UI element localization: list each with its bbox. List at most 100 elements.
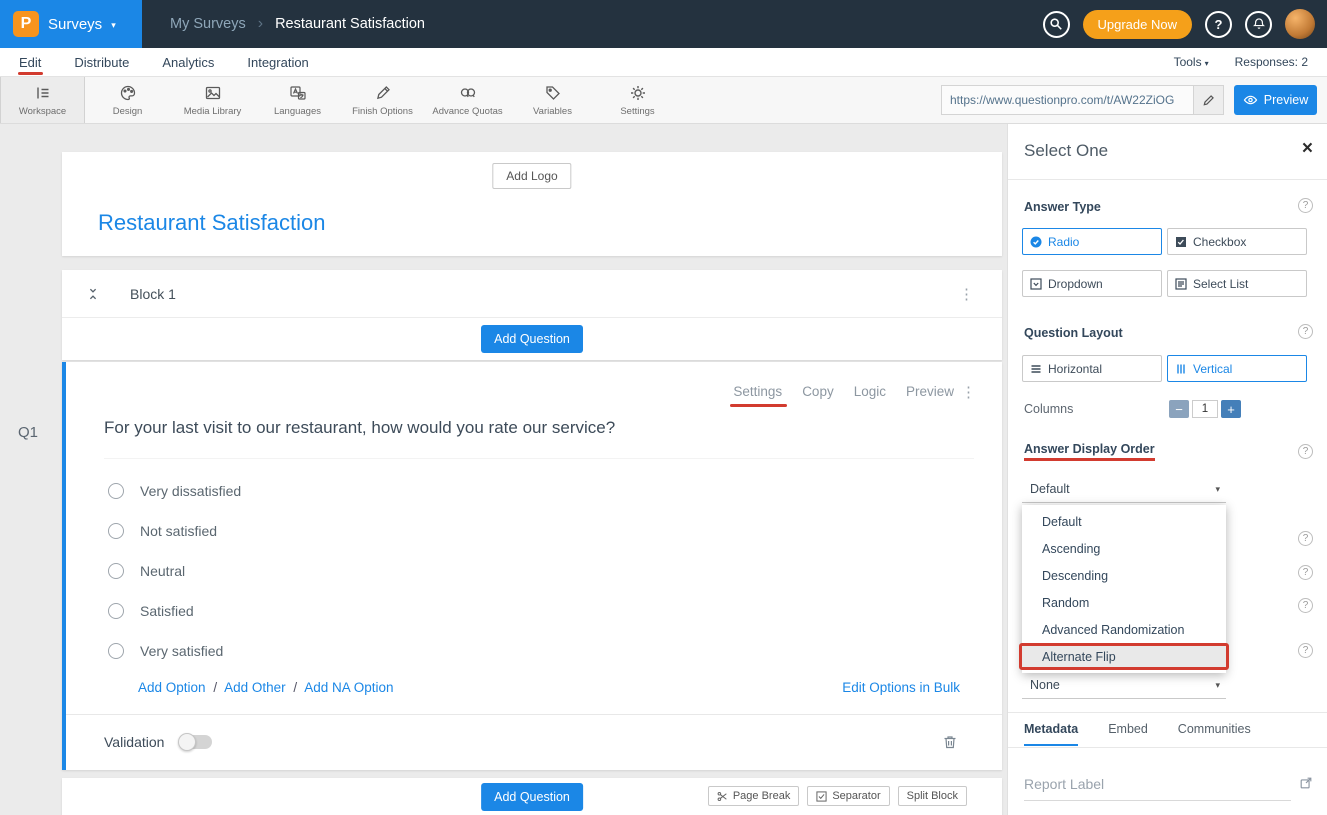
edit-url-button[interactable] (1194, 85, 1224, 115)
separator-button[interactable]: Separator (807, 786, 889, 806)
layout-vertical[interactable]: Vertical (1167, 355, 1307, 382)
question-mark-icon: ? (1215, 17, 1223, 32)
delete-question-button[interactable] (942, 734, 958, 750)
survey-url-group (941, 85, 1224, 115)
block-kebab-menu[interactable]: ⋮ (959, 285, 974, 303)
preview-button[interactable]: Preview (1234, 85, 1317, 115)
responses-count[interactable]: Responses: 2 (1235, 55, 1308, 69)
survey-url-input[interactable] (941, 85, 1194, 115)
toolbar-item-languages[interactable]: Languages (255, 77, 340, 123)
add-question-button[interactable]: Add Question (481, 783, 583, 811)
add-na-option-link[interactable]: Add NA Option (304, 680, 393, 695)
product-switcher[interactable]: P Surveys ▾ (0, 0, 142, 48)
radio-selected-icon (1030, 236, 1042, 248)
external-link-button[interactable] (1299, 776, 1313, 790)
report-label-input[interactable] (1024, 772, 1291, 801)
chevron-down-icon: ▾ (1205, 59, 1209, 68)
help-icon[interactable]: ? (1298, 598, 1313, 613)
add-logo-button[interactable]: Add Logo (492, 163, 571, 189)
answer-type-select-list[interactable]: Select List (1167, 270, 1307, 297)
toolbar-item-media-library[interactable]: Media Library (170, 77, 255, 123)
tab-communities[interactable]: Communities (1178, 722, 1251, 746)
menu-item-ascending[interactable]: Ascending (1022, 535, 1226, 562)
tab-integration[interactable]: Integration (247, 48, 308, 76)
collapse-block-button[interactable] (86, 287, 100, 301)
menu-item-descending[interactable]: Descending (1022, 562, 1226, 589)
menu-item-alternate-flip[interactable]: Alternate Flip (1019, 643, 1229, 670)
radio-icon[interactable] (108, 643, 124, 659)
split-block-button[interactable]: Split Block (898, 786, 967, 806)
add-other-link[interactable]: Add Other (224, 680, 286, 695)
dropdown-icon (1030, 278, 1042, 290)
help-icon[interactable]: ? (1298, 643, 1313, 658)
answer-option-label[interactable]: Very dissatisfied (140, 483, 241, 499)
help-button[interactable]: ? (1205, 11, 1232, 38)
toolbar-item-settings[interactable]: Settings (595, 77, 680, 123)
edit-options-in-bulk-link[interactable]: Edit Options in Bulk (842, 680, 960, 695)
tab-metadata[interactable]: Metadata (1024, 722, 1078, 746)
user-avatar[interactable] (1285, 9, 1315, 39)
help-icon[interactable]: ? (1298, 198, 1313, 213)
answer-option-label[interactable]: Not satisfied (140, 523, 217, 539)
radio-icon[interactable] (108, 603, 124, 619)
tab-embed[interactable]: Embed (1108, 722, 1148, 746)
top-bar: P Surveys ▾ My Surveys › Restaurant Sati… (0, 0, 1327, 48)
breadcrumb-my-surveys[interactable]: My Surveys (170, 16, 246, 32)
answer-option-label[interactable]: Neutral (140, 563, 185, 579)
tab-integration-label: Integration (247, 55, 308, 70)
search-icon (1049, 17, 1063, 31)
toolbar-item-variables[interactable]: Variables (510, 77, 595, 123)
survey-title[interactable]: Restaurant Satisfaction (98, 210, 325, 236)
plus-button[interactable]: + (1221, 400, 1241, 418)
answer-type-option-label: Select List (1193, 277, 1248, 291)
help-icon[interactable]: ? (1298, 565, 1313, 580)
upgrade-now-button[interactable]: Upgrade Now (1083, 10, 1193, 39)
toolbar-item-design[interactable]: Design (85, 77, 170, 123)
question-kebab-menu[interactable]: ⋮ (961, 383, 976, 401)
answer-type-dropdown[interactable]: Dropdown (1022, 270, 1162, 297)
menu-item-random[interactable]: Random (1022, 589, 1226, 616)
answer-type-radio[interactable]: Radio (1022, 228, 1162, 255)
help-icon[interactable]: ? (1298, 531, 1313, 546)
toolbar-item-advance-quotas[interactable]: Advance Quotas (425, 77, 510, 123)
question-tab-preview[interactable]: Preview (906, 384, 954, 399)
chevron-down-icon: ▾ (1215, 680, 1220, 691)
question-tab-copy[interactable]: Copy (802, 384, 834, 399)
tab-distribute[interactable]: Distribute (74, 48, 129, 76)
add-question-button[interactable]: Add Question (481, 325, 583, 353)
layout-horizontal[interactable]: Horizontal (1022, 355, 1162, 382)
search-button[interactable] (1043, 11, 1070, 38)
radio-icon[interactable] (108, 483, 124, 499)
toolbar-item-finish-options[interactable]: Finish Options (340, 77, 425, 123)
question-text[interactable]: For your last visit to our restaurant, h… (104, 418, 615, 438)
menu-item-default[interactable]: Default (1022, 508, 1226, 535)
answer-type-checkbox[interactable]: Checkbox (1167, 228, 1307, 255)
answer-type-label: Answer Type (1024, 200, 1101, 214)
help-icon[interactable]: ? (1298, 324, 1313, 339)
breadcrumb-survey-name: Restaurant Satisfaction (275, 16, 425, 32)
checkbox-icon (1175, 236, 1187, 248)
radio-icon[interactable] (108, 563, 124, 579)
radio-icon[interactable] (108, 523, 124, 539)
tab-analytics[interactable]: Analytics (162, 48, 214, 76)
minus-button[interactable]: − (1169, 400, 1189, 418)
toolbar-item-workspace[interactable]: Workspace (0, 77, 85, 123)
answer-option-row: Very dissatisfied (108, 483, 241, 499)
secondary-select[interactable]: None ▾ (1022, 672, 1226, 699)
answer-display-order-select[interactable]: Default ▾ (1022, 476, 1226, 503)
tab-edit[interactable]: Edit (19, 48, 41, 76)
tools-menu[interactable]: Tools▾ (1174, 55, 1209, 69)
add-option-link[interactable]: Add Option (138, 680, 206, 695)
notifications-button[interactable] (1245, 11, 1272, 38)
answer-option-label[interactable]: Satisfied (140, 603, 194, 619)
answer-option-label[interactable]: Very satisfied (140, 643, 223, 659)
question-tab-logic[interactable]: Logic (854, 384, 886, 399)
menu-item-advanced-randomization[interactable]: Advanced Randomization (1022, 616, 1226, 643)
close-icon[interactable]: × (1302, 138, 1313, 160)
help-icon[interactable]: ? (1298, 444, 1313, 459)
page-break-button[interactable]: Page Break (708, 786, 799, 806)
question-tab-settings[interactable]: Settings (733, 384, 782, 399)
block-title[interactable]: Block 1 (130, 286, 176, 302)
validation-toggle[interactable] (180, 735, 212, 749)
block-header: Block 1 ⋮ (62, 270, 1002, 318)
